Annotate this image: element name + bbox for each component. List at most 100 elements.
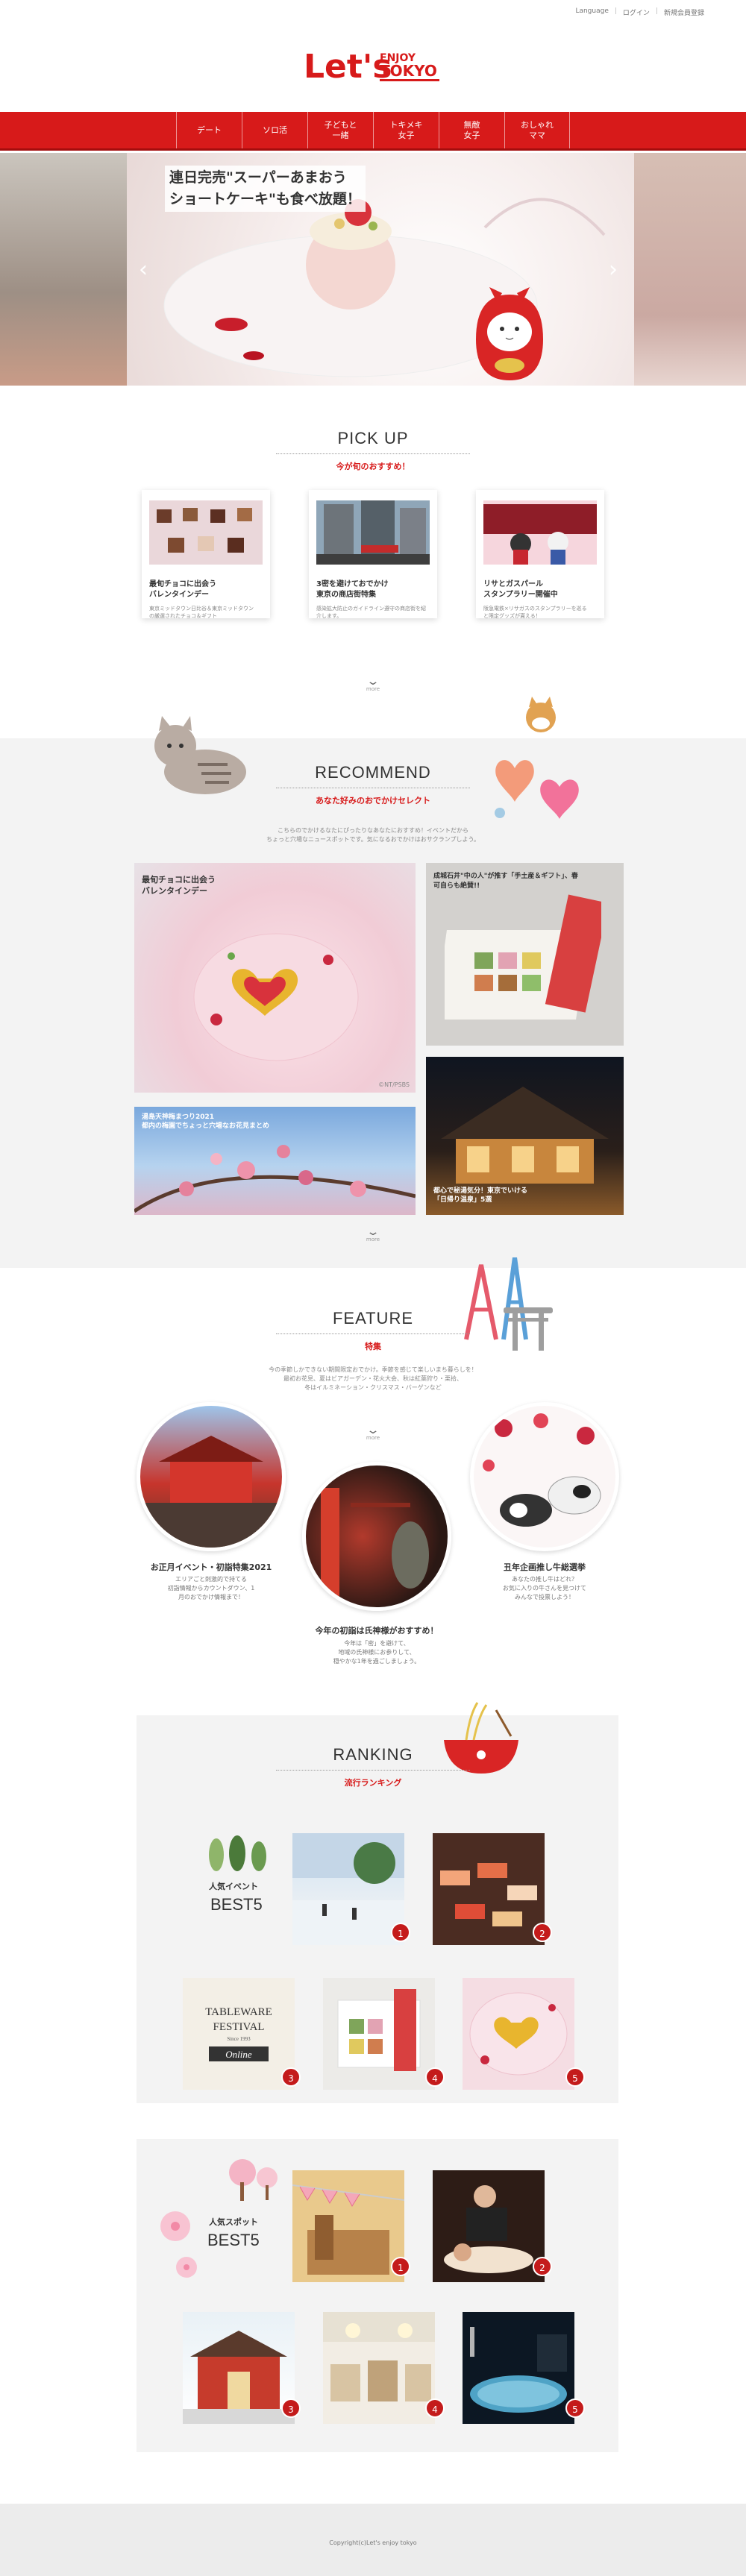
gift-box-image <box>445 894 601 1020</box>
pickup-card-title: 最旬チョコに出会う バレンタインデー <box>149 580 216 599</box>
nav-item-kids[interactable]: 子どもと 一緒 <box>307 112 373 148</box>
feature-item-desc: エリアごと刺激的で持てる 初詣情報からカウントダウン、1 月のおでかけ情報まで！ <box>167 1576 255 1600</box>
spots-label: 人気スポット <box>209 2217 258 2227</box>
hero-next-slide <box>634 153 746 386</box>
main-nav: デート ソロ活 子どもと 一緒 トキメキ 女子 無敵 女子 おしゃれ ママ <box>0 112 746 151</box>
event-rank-photo[interactable] <box>463 1978 574 2090</box>
spot-rank-badge: 3 <box>281 2398 301 2418</box>
event-rank-badge: 5 <box>565 2067 585 2087</box>
ranking-heading: RANKING 流行ランキング <box>0 1745 746 1788</box>
tableware-since: Since 1993 <box>227 2036 251 2042</box>
pickup-card-desc: 感染拡大防止のガイドライン遵守の商店街を紹 介します。 <box>316 606 426 619</box>
massage-spa-image <box>444 2185 533 2273</box>
feature-divider <box>276 1333 470 1334</box>
shrine-gate-image <box>183 2331 295 2424</box>
login-link[interactable]: ログイン <box>623 7 650 17</box>
pickup-card-desc: 阪急電鉄×リサガスのスタンプラリーを巡る と限定グッズが貰える！ <box>483 606 587 619</box>
logo-main: Let's <box>304 48 392 86</box>
nav-item-mama[interactable]: おしゃれ ママ <box>504 112 570 148</box>
pickup-divider <box>276 453 470 454</box>
hero-caption: 連日完売"スーパーあまおう ショートケーキ"も食べ放題！ <box>165 166 366 212</box>
recommend-tile-onsen[interactable]: 都心で秘湯気分！東京でいける 「日帰り温泉」5選 <box>426 1057 624 1215</box>
hero-caption-line1: 連日完売"スーパーあまおう <box>169 169 347 186</box>
ranking-divider <box>276 1770 470 1771</box>
language-link[interactable]: Language <box>575 7 608 17</box>
spot-rank-badge: 5 <box>565 2398 585 2418</box>
recommend-tile-caption: 都心で秘湯気分！東京でいける 「日帰り温泉」5選 <box>433 1187 528 1204</box>
feature-circle-cow[interactable] <box>470 1402 619 1551</box>
slider-prev-arrow[interactable]: ‹ <box>136 255 151 285</box>
recommend-tile-plum[interactable]: 湯島天神梅まつり2021 都内の梅園でちょっと穴場なお花見まとめ <box>134 1107 416 1215</box>
feature-title-en: FEATURE <box>332 1309 414 1328</box>
feature-intro-line2: 最初お花見、夏はビアガーデン・花火大会、秋は紅葉狩り・栗拾、 <box>283 1375 463 1382</box>
feature-title-jp: 特集 <box>365 1342 381 1351</box>
feature-item-desc: あなたの推し牛はどれ？ お気に入りの牛さんを見つけて みんなで投票しよう！ <box>503 1576 586 1600</box>
cherry-tree-icon <box>229 2159 278 2201</box>
site-logo[interactable]: Let's ENJOY TOKYO <box>302 42 444 88</box>
feature-item-title: 今年の初詣は氏神様がおすすめ！ <box>315 1626 439 1636</box>
feature-item-title: 丑年企画推し牛総選挙 <box>504 1562 586 1572</box>
event-rank-photo[interactable] <box>292 1833 404 1945</box>
leaves-icon <box>209 1835 266 1871</box>
sushi-image <box>440 1863 537 1926</box>
slider-next-arrow[interactable]: › <box>606 255 621 285</box>
tableware-title-2: FESTIVAL <box>213 2021 265 2033</box>
logo-sub-tokyo: TOKYO <box>380 62 437 80</box>
ranking-title-en: RANKING <box>333 1745 413 1764</box>
spot-rank-photo[interactable] <box>183 2312 295 2424</box>
pickup-heading: PICK UP 今が旬のおすすめ！ <box>0 429 746 472</box>
spot-rank-photo[interactable] <box>323 2312 435 2424</box>
spot-rank-photo[interactable] <box>463 2312 574 2424</box>
pickup-card[interactable]: リサとガスパール スタンプラリー開催中 阪急電鉄×リサガスのスタンプラリーを巡る… <box>476 490 604 619</box>
valentine-plate-small-image <box>469 1992 568 2076</box>
daruma-cat-icon <box>476 287 543 380</box>
shiba-dog-icon <box>526 697 556 732</box>
night-onsen-image <box>470 2327 567 2413</box>
hero-caption-line2: ショートケーキ"も食べ放題！ <box>169 191 361 207</box>
shrine-crowd-image <box>140 1436 282 1548</box>
nav-item-solo[interactable]: ソロ活 <box>242 112 307 148</box>
recommend-more-link[interactable]: ⌄ more <box>362 1227 384 1243</box>
spot-rank-badge: 1 <box>391 2257 410 2276</box>
event-rank-photo[interactable] <box>433 1833 545 1945</box>
feature-more-link[interactable]: ⌄ more <box>362 1425 384 1441</box>
pickup-card[interactable]: 3密を避けておでかけ 東京の商店街特集 感染拡大防止のガイドライン遵守の商店街を… <box>309 490 437 619</box>
footer-copyright: Copyright(c)Let's enjoy tokyo <box>329 2539 417 2546</box>
pickup-card-title: 3密を避けておでかけ 東京の商店街特集 <box>316 580 389 599</box>
recommend-tile-gift[interactable]: 成城石井"中の人"が推す「手土産＆ギフト」、春 可自らも絶賛!! <box>426 863 624 1046</box>
gift-box-small-image <box>337 1989 421 2071</box>
wooden-cafe-image <box>292 2184 404 2275</box>
pickup-more-link[interactable]: ⌄ more <box>362 676 384 692</box>
recommend-tile-caption: 湯島天神梅まつり2021 都内の梅園でちょっと穴場なお花見まとめ <box>142 1113 270 1130</box>
recommend-tile-caption: 最旬チョコに出会う バレンタインデー <box>142 875 216 896</box>
spot-rank-badge: 2 <box>533 2257 552 2276</box>
pickup-card-desc: 東京ミッドタウン日比谷＆東京ミッドタウン の厳選されたチョコ＆ギフト <box>149 606 254 619</box>
valentine-plate-image <box>193 933 359 1061</box>
skating-rink-image <box>292 1833 404 1945</box>
nav-item-tokimeki[interactable]: トキメキ 女子 <box>373 112 439 148</box>
chevron-down-icon: ⌄ <box>366 1424 380 1436</box>
feature-circle-newyear[interactable] <box>137 1402 286 1551</box>
spot-rank-photo[interactable] <box>433 2170 545 2282</box>
hero-prev-slide <box>0 153 127 386</box>
event-rank-badge: 2 <box>533 1923 552 1942</box>
nav-item-date[interactable]: デート <box>176 112 242 148</box>
event-rank-photo[interactable]: TABLEWARE FESTIVAL Since 1993 Online <box>183 1978 295 2090</box>
sakura-flowers-icon <box>160 2211 197 2278</box>
recommend-title-jp: あなた好みのおでかけセレクト <box>316 796 430 805</box>
chevron-down-icon: ⌄ <box>366 1226 380 1238</box>
register-link[interactable]: 新規会員登録 <box>664 7 704 17</box>
spot-rank-photo[interactable] <box>292 2170 404 2282</box>
feature-circle-ujigami[interactable] <box>302 1462 451 1611</box>
pickup-chocolate-image <box>149 500 263 565</box>
recommend-tile-valentine[interactable]: 最旬チョコに出会う バレンタインデー ©NT/PSBS <box>134 863 416 1093</box>
nav-item-muteki[interactable]: 無敵 女子 <box>439 112 504 148</box>
feature-item-desc: 今年は「密」を避けて、 地域の氏神様にお参りして、 穏やかな1年を過ごしましょう… <box>333 1640 421 1665</box>
feature-intro-line1: 今の季節しかできない期間限定おでかけ。季節を感じて楽しいまち暮らしを！ <box>269 1366 477 1373</box>
event-rank-photo[interactable] <box>323 1978 435 2090</box>
tableware-online: Online <box>225 2049 252 2060</box>
lantern-shrine-image <box>321 1488 429 1600</box>
pickup-card[interactable]: 最旬チョコに出会う バレンタインデー 東京ミッドタウン日比谷＆東京ミッドタウン … <box>142 490 270 619</box>
event-rank-badge: 4 <box>425 2067 445 2087</box>
spot-rank-badge: 4 <box>425 2398 445 2418</box>
